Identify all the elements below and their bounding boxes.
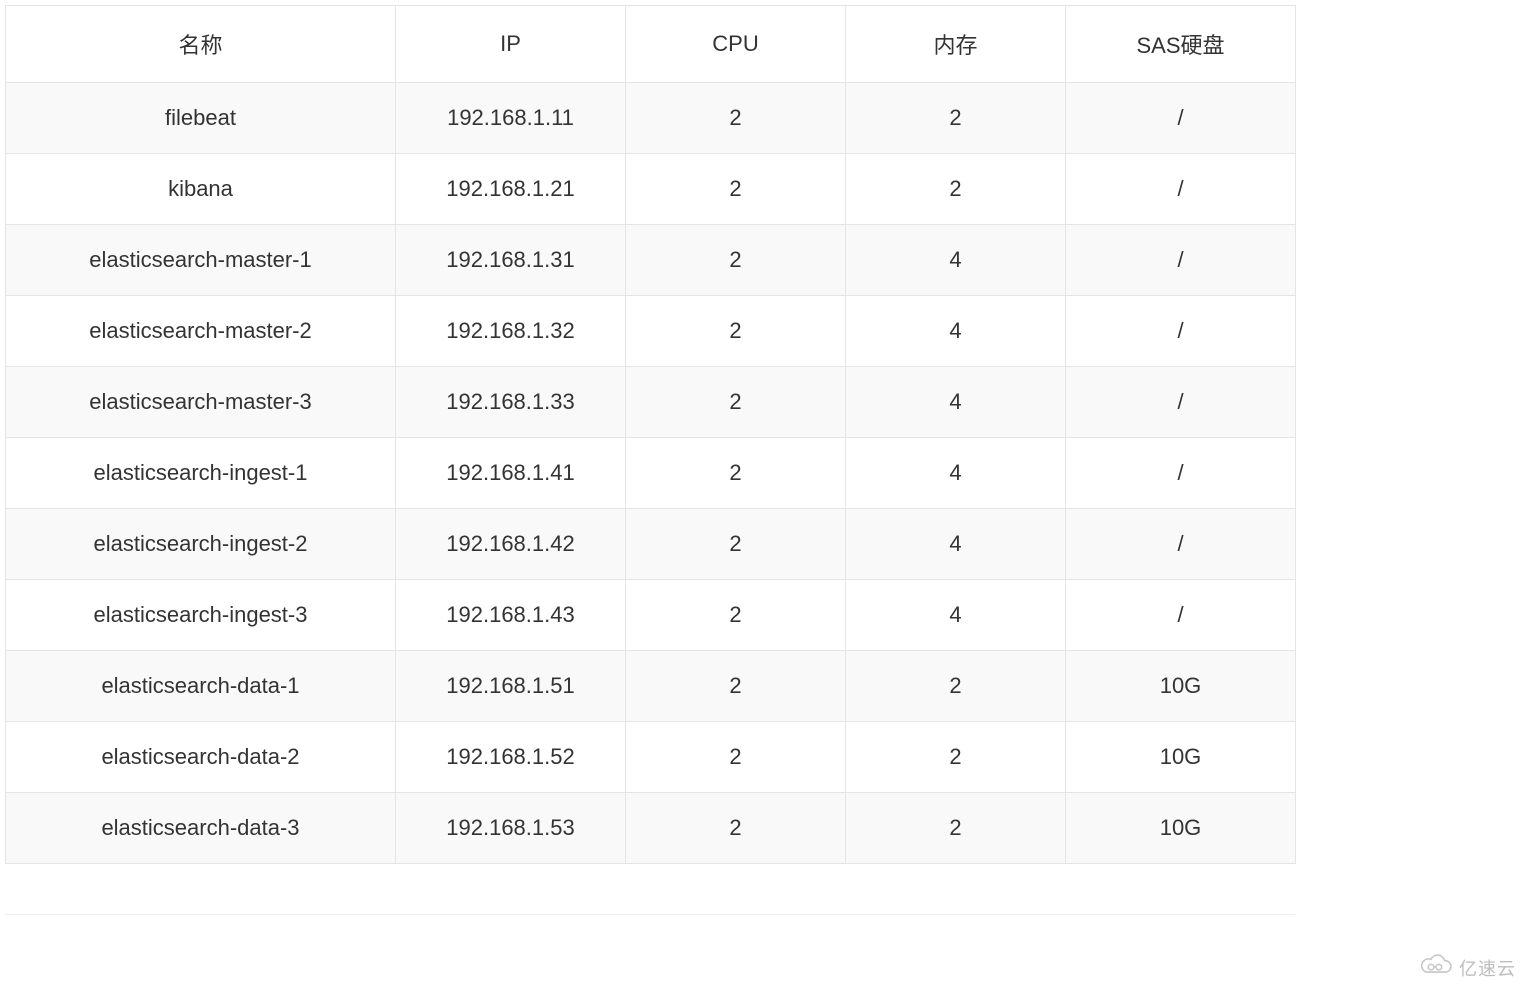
cloud-icon xyxy=(1419,953,1453,982)
cell-name: elasticsearch-master-3 xyxy=(6,367,396,438)
cell-sas: / xyxy=(1066,509,1296,580)
cell-sas: / xyxy=(1066,367,1296,438)
table-row: elasticsearch-master-3 192.168.1.33 2 4 … xyxy=(6,367,1296,438)
header-cpu: CPU xyxy=(626,6,846,83)
cell-mem: 2 xyxy=(846,722,1066,793)
cell-name: elasticsearch-master-1 xyxy=(6,225,396,296)
table-row: elasticsearch-data-3 192.168.1.53 2 2 10… xyxy=(6,793,1296,864)
cell-mem: 4 xyxy=(846,438,1066,509)
cell-ip: 192.168.1.52 xyxy=(396,722,626,793)
table-row: elasticsearch-data-1 192.168.1.51 2 2 10… xyxy=(6,651,1296,722)
server-table-container: 名称 IP CPU 内存 SAS硬盘 filebeat 192.168.1.11… xyxy=(5,5,1295,915)
divider-line xyxy=(5,914,1295,915)
cell-mem: 2 xyxy=(846,154,1066,225)
table-body: filebeat 192.168.1.11 2 2 / kibana 192.1… xyxy=(6,83,1296,864)
table-row: kibana 192.168.1.21 2 2 / xyxy=(6,154,1296,225)
cell-name: elasticsearch-master-2 xyxy=(6,296,396,367)
cell-cpu: 2 xyxy=(626,651,846,722)
cell-cpu: 2 xyxy=(626,83,846,154)
cell-cpu: 2 xyxy=(626,225,846,296)
cell-ip: 192.168.1.41 xyxy=(396,438,626,509)
cell-ip: 192.168.1.51 xyxy=(396,651,626,722)
cell-name: filebeat xyxy=(6,83,396,154)
cell-sas: 10G xyxy=(1066,722,1296,793)
cell-name: elasticsearch-ingest-1 xyxy=(6,438,396,509)
cell-ip: 192.168.1.33 xyxy=(396,367,626,438)
cell-mem: 4 xyxy=(846,509,1066,580)
cell-ip: 192.168.1.42 xyxy=(396,509,626,580)
cell-ip: 192.168.1.32 xyxy=(396,296,626,367)
table-row: elasticsearch-data-2 192.168.1.52 2 2 10… xyxy=(6,722,1296,793)
cell-mem: 2 xyxy=(846,651,1066,722)
watermark: 亿速云 xyxy=(1419,953,1516,982)
cell-mem: 2 xyxy=(846,793,1066,864)
cell-cpu: 2 xyxy=(626,722,846,793)
cell-cpu: 2 xyxy=(626,438,846,509)
cell-name: elasticsearch-data-1 xyxy=(6,651,396,722)
table-row: filebeat 192.168.1.11 2 2 / xyxy=(6,83,1296,154)
cell-ip: 192.168.1.21 xyxy=(396,154,626,225)
table-row: elasticsearch-ingest-3 192.168.1.43 2 4 … xyxy=(6,580,1296,651)
cell-ip: 192.168.1.11 xyxy=(396,83,626,154)
cell-name: elasticsearch-ingest-3 xyxy=(6,580,396,651)
cell-ip: 192.168.1.53 xyxy=(396,793,626,864)
cell-mem: 4 xyxy=(846,367,1066,438)
cell-cpu: 2 xyxy=(626,793,846,864)
cell-ip: 192.168.1.43 xyxy=(396,580,626,651)
cell-sas: 10G xyxy=(1066,793,1296,864)
cell-name: kibana xyxy=(6,154,396,225)
header-ip: IP xyxy=(396,6,626,83)
cell-cpu: 2 xyxy=(626,509,846,580)
table-row: elasticsearch-master-1 192.168.1.31 2 4 … xyxy=(6,225,1296,296)
cell-mem: 2 xyxy=(846,83,1066,154)
cell-mem: 4 xyxy=(846,580,1066,651)
cell-sas: / xyxy=(1066,154,1296,225)
cell-cpu: 2 xyxy=(626,154,846,225)
table-row: elasticsearch-ingest-1 192.168.1.41 2 4 … xyxy=(6,438,1296,509)
watermark-text: 亿速云 xyxy=(1459,955,1516,981)
cell-mem: 4 xyxy=(846,296,1066,367)
cell-mem: 4 xyxy=(846,225,1066,296)
header-name: 名称 xyxy=(6,6,396,83)
cell-name: elasticsearch-data-2 xyxy=(6,722,396,793)
cell-sas: / xyxy=(1066,580,1296,651)
cell-cpu: 2 xyxy=(626,296,846,367)
cell-sas: / xyxy=(1066,225,1296,296)
header-mem: 内存 xyxy=(846,6,1066,83)
cell-ip: 192.168.1.31 xyxy=(396,225,626,296)
cell-sas: / xyxy=(1066,83,1296,154)
cell-name: elasticsearch-data-3 xyxy=(6,793,396,864)
table-row: elasticsearch-ingest-2 192.168.1.42 2 4 … xyxy=(6,509,1296,580)
cell-sas: 10G xyxy=(1066,651,1296,722)
table-row: elasticsearch-master-2 192.168.1.32 2 4 … xyxy=(6,296,1296,367)
table-header-row: 名称 IP CPU 内存 SAS硬盘 xyxy=(6,6,1296,83)
server-table: 名称 IP CPU 内存 SAS硬盘 filebeat 192.168.1.11… xyxy=(5,5,1296,864)
cell-cpu: 2 xyxy=(626,367,846,438)
cell-name: elasticsearch-ingest-2 xyxy=(6,509,396,580)
cell-sas: / xyxy=(1066,438,1296,509)
cell-cpu: 2 xyxy=(626,580,846,651)
header-sas: SAS硬盘 xyxy=(1066,6,1296,83)
cell-sas: / xyxy=(1066,296,1296,367)
